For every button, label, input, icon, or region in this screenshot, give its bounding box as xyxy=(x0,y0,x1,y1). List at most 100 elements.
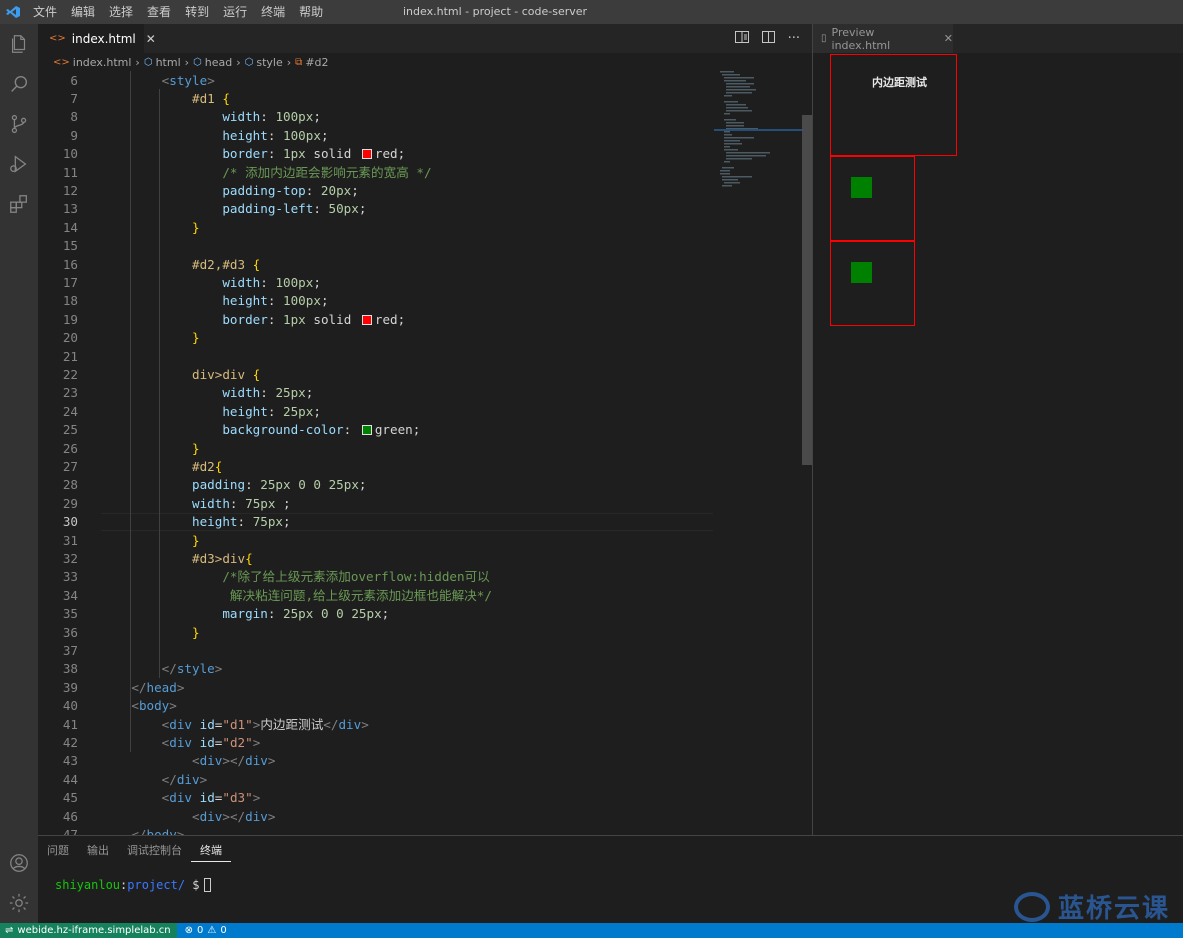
code-line[interactable]: 42 <div id="d2"> xyxy=(38,734,738,752)
code-line[interactable]: 20 } xyxy=(38,329,738,347)
code-line[interactable]: 44 </div> xyxy=(38,771,738,789)
code-line[interactable]: 33 /*除了给上级元素添加overflow:hidden可以 xyxy=(38,568,738,586)
code-line[interactable]: 6 <style> xyxy=(38,72,738,90)
breadcrumb-item[interactable]: head xyxy=(205,56,232,69)
code-text: <div id="d1">内边距测试</div> xyxy=(161,716,369,732)
editor-tab-index-html[interactable]: <> index.html ✕ xyxy=(38,24,156,53)
code-line[interactable]: 21 xyxy=(38,348,738,366)
color-swatch[interactable] xyxy=(361,314,372,325)
split-editor-icon[interactable] xyxy=(761,30,775,47)
code-line[interactable]: 38 </style> xyxy=(38,660,738,678)
breadcrumb-item[interactable]: html xyxy=(156,56,181,69)
line-number: 21 xyxy=(62,348,78,364)
code-line[interactable]: 13 padding-left: 50px; xyxy=(38,200,738,218)
code-line[interactable]: 28 padding: 25px 0 0 25px; xyxy=(38,476,738,494)
tab-terminal[interactable]: 终端 xyxy=(191,836,231,862)
code-line[interactable]: 7 #d1 { xyxy=(38,90,738,108)
code-line[interactable]: 39 </head> xyxy=(38,679,738,697)
code-line[interactable]: 32 #d3>div{ xyxy=(38,550,738,568)
code-line[interactable]: 11 /* 添加内边距会影响元素的宽高 */ xyxy=(38,164,738,182)
tab-debug-console[interactable]: 调试控制台 xyxy=(118,836,191,866)
code-line[interactable]: 34 解决粘连问题,给上级元素添加边框也能解决*/ xyxy=(38,587,738,605)
breadcrumb-item[interactable]: style xyxy=(256,56,282,69)
tab-problems[interactable]: 问题 xyxy=(38,836,78,866)
code-line[interactable]: 25 background-color: green; xyxy=(38,421,738,439)
code-line[interactable]: 41 <div id="d1">内边距测试</div> xyxy=(38,716,738,734)
code-line[interactable]: 35 margin: 25px 0 0 25px; xyxy=(38,605,738,623)
code-line[interactable]: 22 div>div { xyxy=(38,366,738,384)
remote-indicator[interactable]: ⇌ webide.hz-iframe.simplelab.cn xyxy=(0,923,177,938)
code-line[interactable]: 14 } xyxy=(38,219,738,237)
account-icon[interactable] xyxy=(0,843,38,883)
close-tab-icon[interactable]: ✕ xyxy=(146,32,156,46)
code-line[interactable]: 15 xyxy=(38,237,738,255)
line-number: 17 xyxy=(62,274,78,290)
preview-box-d2 xyxy=(830,156,915,241)
code-line[interactable]: 47 </body> xyxy=(38,826,738,835)
line-number: 38 xyxy=(62,661,78,677)
code-line[interactable]: 29 width: 75px ; xyxy=(38,495,738,513)
more-actions-icon[interactable]: ··· xyxy=(788,31,800,46)
preview-tab[interactable]: ▯ Preview index.html ✕ xyxy=(813,24,953,53)
menu-item[interactable]: 终端 xyxy=(254,0,292,24)
code-line[interactable]: 23 width: 25px; xyxy=(38,384,738,402)
color-swatch[interactable] xyxy=(361,425,372,436)
extensions-icon[interactable] xyxy=(0,184,38,224)
tab-output[interactable]: 输出 xyxy=(78,836,118,866)
editor-scrollbar[interactable] xyxy=(802,115,812,465)
close-preview-icon[interactable]: ✕ xyxy=(944,32,953,45)
code-text: width: 100px; xyxy=(222,274,321,290)
terminal[interactable]: shiyanlou:project/ $ xyxy=(55,878,211,892)
settings-gear-icon[interactable] xyxy=(0,883,38,923)
code-line[interactable]: 37 xyxy=(38,642,738,660)
code-text: width: 100px; xyxy=(222,109,321,125)
code-line[interactable]: 30 height: 75px; xyxy=(38,513,738,532)
menu-item[interactable]: 转到 xyxy=(178,0,216,24)
color-swatch[interactable] xyxy=(361,149,372,160)
code-line[interactable]: 26 } xyxy=(38,440,738,458)
code-line[interactable]: 43 <div></div> xyxy=(38,752,738,770)
menu-item[interactable]: 编辑 xyxy=(64,0,102,24)
element-icon: ⬡ xyxy=(244,56,254,68)
code-line[interactable]: 12 padding-top: 20px; xyxy=(38,182,738,200)
code-line[interactable]: 18 height: 100px; xyxy=(38,292,738,310)
menu-item[interactable]: 查看 xyxy=(140,0,178,24)
code-text: } xyxy=(192,219,200,235)
code-line[interactable]: 45 <div id="d3"> xyxy=(38,789,738,807)
code-line[interactable]: 31 } xyxy=(38,532,738,550)
line-number: 24 xyxy=(62,403,78,419)
code-line[interactable]: 16 #d2,#d3 { xyxy=(38,256,738,274)
minimap[interactable] xyxy=(714,71,804,835)
code-line[interactable]: 10 border: 1px solid red; xyxy=(38,145,738,163)
code-line[interactable]: 9 height: 100px; xyxy=(38,127,738,145)
menu-item[interactable]: 文件 xyxy=(26,0,64,24)
code-line[interactable]: 19 border: 1px solid red; xyxy=(38,311,738,329)
vscode-logo-icon xyxy=(0,0,26,24)
chevron-right-icon: › xyxy=(236,55,241,69)
menu-item[interactable]: 帮助 xyxy=(292,0,330,24)
menu-item[interactable]: 运行 xyxy=(216,0,254,24)
source-control-icon[interactable] xyxy=(0,104,38,144)
code-line[interactable]: 36 } xyxy=(38,624,738,642)
watermark: 蓝桥云课 xyxy=(1013,888,1170,925)
open-preview-icon[interactable] xyxy=(734,30,749,47)
explorer-icon[interactable] xyxy=(0,24,38,64)
search-icon[interactable] xyxy=(0,64,38,104)
breadcrumb-item[interactable]: #d2 xyxy=(305,56,328,69)
code-line[interactable]: 24 height: 25px; xyxy=(38,403,738,421)
problems-indicator[interactable]: ⊗ 0 ⚠ 0 xyxy=(185,925,227,936)
run-debug-icon[interactable] xyxy=(0,144,38,184)
activity-bar xyxy=(0,24,38,923)
line-number: 12 xyxy=(62,182,78,198)
bottom-panel: 问题 输出 调试控制台 终端 shiyanlou:project/ $ 蓝桥云课 xyxy=(38,835,1183,925)
code-line[interactable]: 17 width: 100px; xyxy=(38,274,738,292)
code-line[interactable]: 46 <div></div> xyxy=(38,808,738,826)
menu-item[interactable]: 选择 xyxy=(102,0,140,24)
code-line[interactable]: 8 width: 100px; xyxy=(38,108,738,126)
breadcrumb-item[interactable]: index.html xyxy=(73,56,132,69)
code-text: <div id="d2"> xyxy=(161,734,261,750)
code-line[interactable]: 40 <body> xyxy=(38,697,738,715)
code-line[interactable]: 27 #d2{ xyxy=(38,458,738,476)
code-editor[interactable]: 6 <style> 7 #d1 {8 width: 100px; 9 height:… xyxy=(38,71,812,835)
line-number: 34 xyxy=(62,587,78,603)
